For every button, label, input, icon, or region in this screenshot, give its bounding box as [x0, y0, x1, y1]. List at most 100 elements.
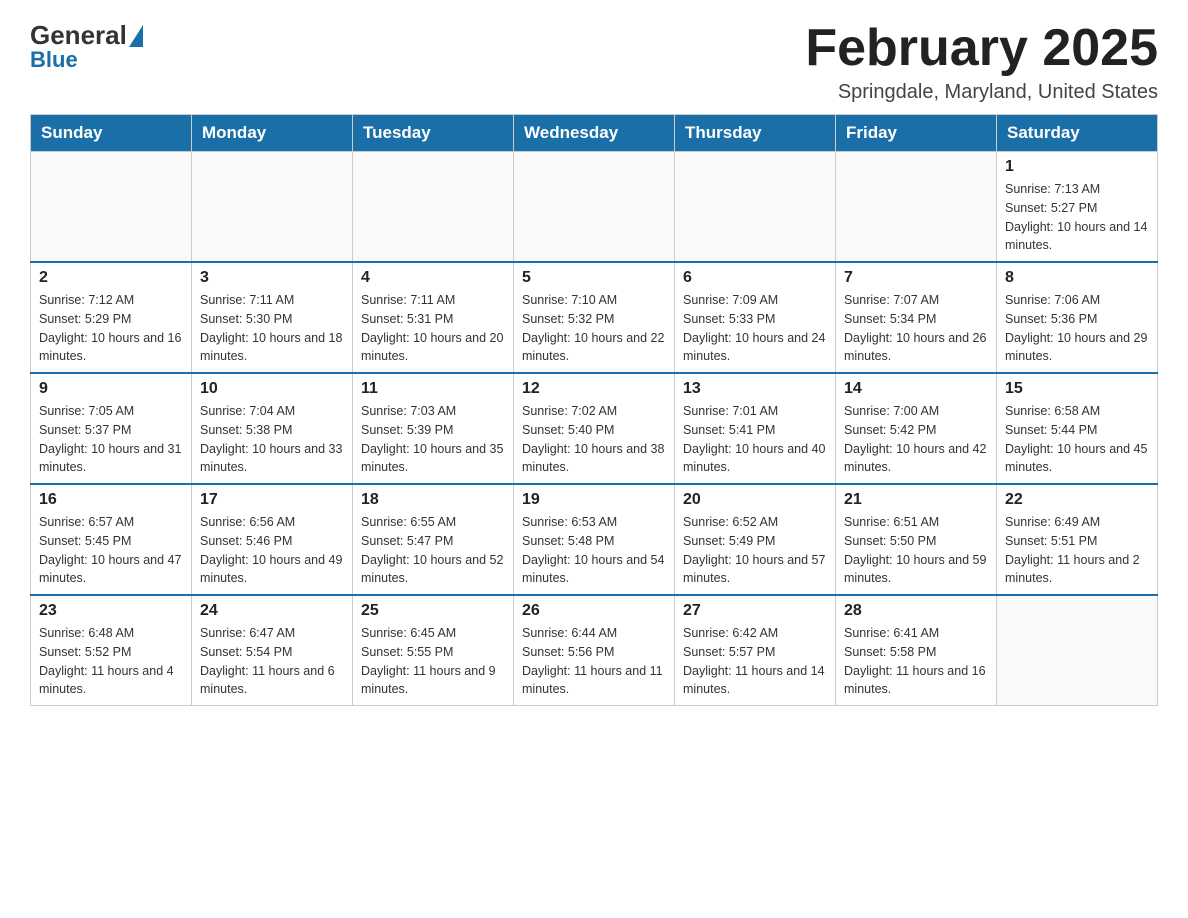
calendar-day-cell: 27 Sunrise: 6:42 AM Sunset: 5:57 PM Dayli… — [675, 595, 836, 706]
calendar-week-row: 1 Sunrise: 7:13 AM Sunset: 5:27 PM Daylig… — [31, 152, 1158, 263]
calendar-day-cell: 4 Sunrise: 7:11 AM Sunset: 5:31 PM Daylig… — [353, 262, 514, 373]
calendar-day-header: Wednesday — [514, 115, 675, 152]
day-info: Sunrise: 7:12 AM Sunset: 5:29 PM Dayligh… — [39, 291, 183, 366]
day-info: Sunrise: 6:57 AM Sunset: 5:45 PM Dayligh… — [39, 513, 183, 588]
calendar-day-cell: 11 Sunrise: 7:03 AM Sunset: 5:39 PM Dayli… — [353, 373, 514, 484]
day-number: 28 — [844, 602, 988, 620]
day-info: Sunrise: 7:09 AM Sunset: 5:33 PM Dayligh… — [683, 291, 827, 366]
calendar-day-cell: 3 Sunrise: 7:11 AM Sunset: 5:30 PM Daylig… — [192, 262, 353, 373]
day-info: Sunrise: 6:42 AM Sunset: 5:57 PM Dayligh… — [683, 624, 827, 699]
day-number: 1 — [1005, 158, 1149, 176]
day-info: Sunrise: 7:02 AM Sunset: 5:40 PM Dayligh… — [522, 402, 666, 477]
day-number: 15 — [1005, 380, 1149, 398]
calendar-day-cell: 22 Sunrise: 6:49 AM Sunset: 5:51 PM Dayli… — [997, 484, 1158, 595]
day-number: 24 — [200, 602, 344, 620]
calendar-day-cell: 17 Sunrise: 6:56 AM Sunset: 5:46 PM Dayli… — [192, 484, 353, 595]
logo-second-row: Blue — [30, 47, 78, 73]
day-info: Sunrise: 7:13 AM Sunset: 5:27 PM Dayligh… — [1005, 180, 1149, 255]
day-number: 16 — [39, 491, 183, 509]
day-info: Sunrise: 6:56 AM Sunset: 5:46 PM Dayligh… — [200, 513, 344, 588]
day-number: 27 — [683, 602, 827, 620]
day-number: 13 — [683, 380, 827, 398]
day-info: Sunrise: 6:58 AM Sunset: 5:44 PM Dayligh… — [1005, 402, 1149, 477]
calendar-day-cell — [192, 152, 353, 263]
logo-triangle-icon — [129, 25, 143, 47]
day-info: Sunrise: 6:45 AM Sunset: 5:55 PM Dayligh… — [361, 624, 505, 699]
title-area: February 2025 Springdale, Maryland, Unit… — [805, 20, 1158, 104]
day-number: 11 — [361, 380, 505, 398]
day-number: 19 — [522, 491, 666, 509]
calendar-day-cell: 7 Sunrise: 7:07 AM Sunset: 5:34 PM Daylig… — [836, 262, 997, 373]
calendar-day-cell — [31, 152, 192, 263]
day-info: Sunrise: 7:07 AM Sunset: 5:34 PM Dayligh… — [844, 291, 988, 366]
day-info: Sunrise: 7:10 AM Sunset: 5:32 PM Dayligh… — [522, 291, 666, 366]
day-info: Sunrise: 7:11 AM Sunset: 5:31 PM Dayligh… — [361, 291, 505, 366]
day-info: Sunrise: 7:03 AM Sunset: 5:39 PM Dayligh… — [361, 402, 505, 477]
day-number: 25 — [361, 602, 505, 620]
day-number: 21 — [844, 491, 988, 509]
calendar-day-cell: 5 Sunrise: 7:10 AM Sunset: 5:32 PM Daylig… — [514, 262, 675, 373]
calendar-day-cell: 15 Sunrise: 6:58 AM Sunset: 5:44 PM Dayli… — [997, 373, 1158, 484]
calendar-day-header: Sunday — [31, 115, 192, 152]
day-number: 26 — [522, 602, 666, 620]
day-info: Sunrise: 7:01 AM Sunset: 5:41 PM Dayligh… — [683, 402, 827, 477]
calendar-day-cell: 13 Sunrise: 7:01 AM Sunset: 5:41 PM Dayli… — [675, 373, 836, 484]
page-header: General Blue February 2025 Springdale, M… — [30, 20, 1158, 104]
calendar-day-cell — [997, 595, 1158, 706]
day-number: 7 — [844, 269, 988, 287]
calendar-day-cell: 8 Sunrise: 7:06 AM Sunset: 5:36 PM Daylig… — [997, 262, 1158, 373]
day-number: 23 — [39, 602, 183, 620]
calendar-day-cell — [514, 152, 675, 263]
day-info: Sunrise: 6:51 AM Sunset: 5:50 PM Dayligh… — [844, 513, 988, 588]
calendar-day-cell: 14Sunrise: 7:00 AM Sunset: 5:42 PM Dayli… — [836, 373, 997, 484]
calendar-day-cell: 20Sunrise: 6:52 AM Sunset: 5:49 PM Dayli… — [675, 484, 836, 595]
day-info: Sunrise: 6:41 AM Sunset: 5:58 PM Dayligh… — [844, 624, 988, 699]
calendar-week-row: 9 Sunrise: 7:05 AM Sunset: 5:37 PM Daylig… — [31, 373, 1158, 484]
day-info: Sunrise: 6:47 AM Sunset: 5:54 PM Dayligh… — [200, 624, 344, 699]
calendar-day-header: Tuesday — [353, 115, 514, 152]
day-info: Sunrise: 6:44 AM Sunset: 5:56 PM Dayligh… — [522, 624, 666, 699]
calendar-header-row: SundayMondayTuesdayWednesdayThursdayFrid… — [31, 115, 1158, 152]
day-number: 6 — [683, 269, 827, 287]
day-number: 8 — [1005, 269, 1149, 287]
calendar-day-cell: 9 Sunrise: 7:05 AM Sunset: 5:37 PM Daylig… — [31, 373, 192, 484]
calendar-day-cell: 12 Sunrise: 7:02 AM Sunset: 5:40 PM Dayli… — [514, 373, 675, 484]
day-number: 12 — [522, 380, 666, 398]
calendar-week-row: 23 Sunrise: 6:48 AM Sunset: 5:52 PM Dayli… — [31, 595, 1158, 706]
day-number: 3 — [200, 269, 344, 287]
day-number: 18 — [361, 491, 505, 509]
calendar-day-cell — [836, 152, 997, 263]
day-info: Sunrise: 7:04 AM Sunset: 5:38 PM Dayligh… — [200, 402, 344, 477]
day-number: 20 — [683, 491, 827, 509]
calendar-week-row: 16 Sunrise: 6:57 AM Sunset: 5:45 PM Dayli… — [31, 484, 1158, 595]
day-number: 10 — [200, 380, 344, 398]
calendar-day-cell — [675, 152, 836, 263]
day-info: Sunrise: 7:11 AM Sunset: 5:30 PM Dayligh… — [200, 291, 344, 366]
calendar-day-cell: 16 Sunrise: 6:57 AM Sunset: 5:45 PM Dayli… — [31, 484, 192, 595]
day-number: 14 — [844, 380, 988, 398]
day-number: 5 — [522, 269, 666, 287]
day-info: Sunrise: 6:49 AM Sunset: 5:51 PM Dayligh… — [1005, 513, 1149, 588]
calendar-day-cell: 23 Sunrise: 6:48 AM Sunset: 5:52 PM Dayli… — [31, 595, 192, 706]
logo: General Blue — [30, 20, 143, 73]
calendar-day-cell: 28 Sunrise: 6:41 AM Sunset: 5:58 PM Dayli… — [836, 595, 997, 706]
day-info: Sunrise: 6:48 AM Sunset: 5:52 PM Dayligh… — [39, 624, 183, 699]
day-info: Sunrise: 6:53 AM Sunset: 5:48 PM Dayligh… — [522, 513, 666, 588]
day-number: 17 — [200, 491, 344, 509]
calendar-day-cell: 18 Sunrise: 6:55 AM Sunset: 5:47 PM Dayli… — [353, 484, 514, 595]
calendar-day-cell: 26 Sunrise: 6:44 AM Sunset: 5:56 PM Dayli… — [514, 595, 675, 706]
calendar-day-cell: 1 Sunrise: 7:13 AM Sunset: 5:27 PM Daylig… — [997, 152, 1158, 263]
calendar-day-cell: 19 Sunrise: 6:53 AM Sunset: 5:48 PM Dayli… — [514, 484, 675, 595]
calendar-day-cell: 21 Sunrise: 6:51 AM Sunset: 5:50 PM Dayli… — [836, 484, 997, 595]
day-number: 9 — [39, 380, 183, 398]
day-info: Sunrise: 7:06 AM Sunset: 5:36 PM Dayligh… — [1005, 291, 1149, 366]
calendar-day-header: Friday — [836, 115, 997, 152]
calendar-table: SundayMondayTuesdayWednesdayThursdayFrid… — [30, 114, 1158, 706]
day-number: 22 — [1005, 491, 1149, 509]
calendar-day-header: Saturday — [997, 115, 1158, 152]
calendar-day-cell: 10 Sunrise: 7:04 AM Sunset: 5:38 PM Dayli… — [192, 373, 353, 484]
day-number: 4 — [361, 269, 505, 287]
calendar-day-cell: 6 Sunrise: 7:09 AM Sunset: 5:33 PM Daylig… — [675, 262, 836, 373]
day-info: Sunrise: 6:55 AM Sunset: 5:47 PM Dayligh… — [361, 513, 505, 588]
day-info: Sunrise: 7:05 AM Sunset: 5:37 PM Dayligh… — [39, 402, 183, 477]
